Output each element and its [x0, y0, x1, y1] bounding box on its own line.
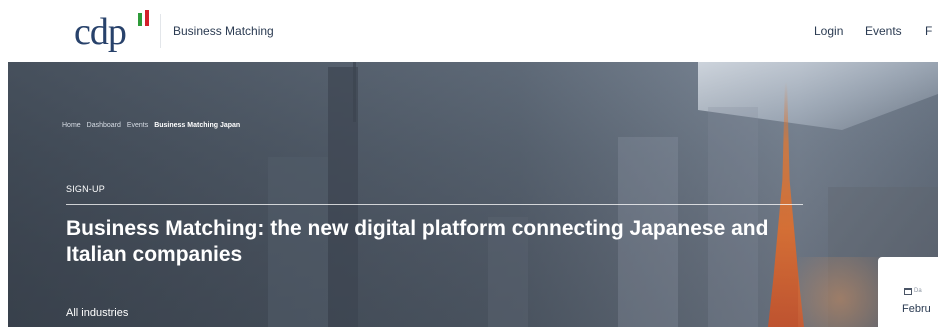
- brand-subtitle[interactable]: Business Matching: [173, 24, 274, 38]
- page-title: Business Matching: the new digital platf…: [66, 217, 769, 266]
- breadcrumb-events[interactable]: Events: [127, 122, 148, 129]
- flag-green-bar: [138, 13, 142, 26]
- header-divider: [160, 14, 161, 48]
- event-date-card: Da Febru: [878, 257, 938, 327]
- cdp-logo[interactable]: cdp: [74, 10, 158, 54]
- building-spire: [353, 62, 356, 122]
- breadcrumb-dashboard[interactable]: Dashboard: [87, 122, 121, 129]
- breadcrumb: Home Dashboard Events Business Matching …: [62, 122, 244, 129]
- calendar-icon: [904, 288, 912, 295]
- hero-divider: [66, 204, 803, 205]
- breadcrumb-home[interactable]: Home: [62, 122, 81, 129]
- hero-banner: Home Dashboard Events Business Matching …: [8, 62, 938, 327]
- section-eyebrow: SIGN-UP: [66, 184, 105, 194]
- top-navbar: cdp Business Matching Login Events F: [0, 0, 938, 62]
- nav-more-link[interactable]: F: [925, 24, 932, 38]
- date-label: Da: [914, 288, 922, 294]
- breadcrumb-current: Business Matching Japan: [154, 122, 241, 129]
- flag-red-bar: [145, 10, 149, 26]
- industry-label: All industries: [66, 307, 129, 319]
- date-value: Febru: [902, 303, 931, 315]
- nav-login-link[interactable]: Login: [814, 24, 843, 38]
- nav-events-link[interactable]: Events: [865, 24, 902, 38]
- logo-wordmark: cdp: [74, 11, 127, 53]
